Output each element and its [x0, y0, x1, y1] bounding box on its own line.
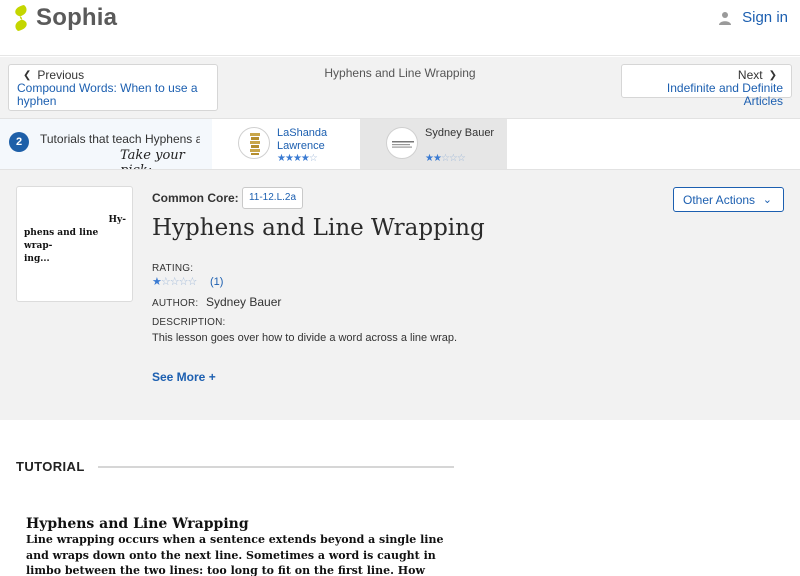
current-lesson-title: Hyphens and Line Wrapping — [324, 66, 476, 80]
thumbnail-line: ing... — [24, 254, 50, 264]
document-title: Hyphens and Line Wrapping — [26, 516, 249, 532]
next-lesson-title[interactable]: Indefinite and Definite Articles — [630, 82, 783, 108]
tutorials-strip: 2 Tutorials that teach Hyphens and Line … — [0, 118, 800, 170]
person-icon — [719, 11, 732, 25]
rating-label: RATING: — [152, 263, 194, 274]
previous-direction: ❮ Previous — [17, 68, 209, 82]
lesson-info-panel: Hy- phens and line wrap- ing... Common C… — [0, 170, 800, 420]
document-line: and wraps down onto the next line. Somet… — [26, 548, 436, 562]
sophia-logo-icon — [15, 5, 27, 31]
author-label: AUTHOR: — [152, 298, 199, 309]
chevron-down-icon: ⌄ — [762, 194, 772, 206]
sign-in-link[interactable]: Sign in — [718, 9, 788, 26]
lesson-title: Hyphens and Line Wrapping — [152, 215, 485, 241]
empty-star-icon: ☆ — [448, 153, 458, 164]
chevron-left-icon: ❮ — [23, 69, 32, 81]
sophia-logo[interactable]: Sophia — [10, 4, 117, 32]
star-icon: ★ — [425, 153, 434, 164]
see-more-link[interactable]: See More + — [152, 370, 216, 384]
star-icon: ★ — [284, 153, 294, 164]
previous-label: Previous — [37, 68, 85, 82]
tutor-name: LaShanda Lawrence — [277, 127, 328, 152]
lesson-rating-stars[interactable]: ★☆☆☆☆ — [152, 275, 198, 288]
tutorials-intro: 2 Tutorials that teach Hyphens and Line … — [0, 119, 212, 169]
hyphen-stack-icon — [250, 133, 260, 155]
tutorial-section-heading: TUTORIAL — [16, 459, 85, 474]
tutor-rating-stars: ★★☆☆☆ — [425, 153, 466, 164]
thumbnail-line: Hy- — [108, 215, 126, 225]
previous-lesson-title[interactable]: Compound Words: When to use a hyphen — [17, 82, 209, 108]
next-direction: Next ❯ — [630, 68, 783, 82]
description-label: DESCRIPTION: — [152, 317, 226, 328]
tutor-option-sydney[interactable]: Sydney Bauer ★★☆☆☆ — [360, 119, 507, 169]
empty-star-icon: ☆ — [440, 153, 450, 164]
next-label: Next — [737, 68, 763, 82]
site-header: Sophia Sign in — [0, 0, 800, 56]
lesson-thumbnail-text: Hy- phens and line wrap- ing... — [24, 214, 126, 266]
star-icon: ★ — [152, 276, 162, 288]
common-core-badge[interactable]: 11-12.L.2a — [242, 187, 303, 209]
tutor-thumbnail — [386, 127, 418, 159]
logo-text: Sophia — [36, 4, 118, 31]
tutor-rating-stars: ★★★★☆ — [277, 153, 318, 164]
next-lesson-button[interactable]: Next ❯ Indefinite and Definite Articles — [621, 64, 792, 108]
lesson-navigation-bar: ❮ Previous Compound Words: When to use a… — [0, 57, 800, 118]
tutor-option-lashanda[interactable]: LaShanda Lawrence ★★★★☆ — [226, 119, 360, 169]
take-your-pick-text: Take your pick: — [120, 148, 185, 169]
empty-star-icon: ☆ — [169, 276, 180, 288]
star-icon: ★ — [292, 153, 302, 164]
tutorial-document: Hyphens and Line Wrapping Line wrapping … — [26, 516, 446, 576]
document-line: Line wrapping occurs when a sentence ext… — [26, 533, 444, 546]
lesson-thumbnail: Hy- phens and line wrap- ing... — [16, 186, 133, 302]
thumbnail-line: phens and line wrap- — [24, 228, 99, 251]
other-actions-label: Other Actions — [683, 193, 756, 207]
chevron-right-icon: ❯ — [768, 69, 777, 81]
description-text: This lesson goes over how to divide a wo… — [152, 332, 458, 344]
empty-star-icon: ☆ — [178, 276, 189, 288]
tutorial-count-badge: 2 — [9, 132, 29, 152]
half-star-icon: ★ — [300, 153, 310, 164]
section-divider — [98, 466, 454, 468]
rating-count[interactable]: (1) — [210, 276, 223, 288]
tutor-thumbnail — [238, 127, 270, 159]
tutorials-intro-text: Tutorials that teach Hyphens and Line Wr… — [40, 132, 200, 146]
author-name: Sydney Bauer — [206, 295, 282, 309]
other-actions-button[interactable]: Other Actions ⌄ — [673, 187, 784, 212]
document-lines-icon — [392, 141, 414, 148]
previous-lesson-button[interactable]: ❮ Previous Compound Words: When to use a… — [8, 64, 218, 111]
common-core-label: Common Core: — [152, 191, 239, 205]
empty-star-icon: ☆ — [187, 276, 198, 288]
tutor-name: Sydney Bauer — [425, 127, 495, 139]
star-icon: ★ — [432, 153, 442, 164]
empty-star-icon: ☆ — [456, 153, 466, 164]
empty-star-icon: ☆ — [160, 276, 171, 288]
star-icon: ★ — [277, 153, 286, 164]
sign-in-label: Sign in — [742, 9, 788, 26]
document-line: limbo between the two lines: too long to… — [26, 564, 425, 576]
empty-star-icon: ☆ — [308, 153, 318, 164]
